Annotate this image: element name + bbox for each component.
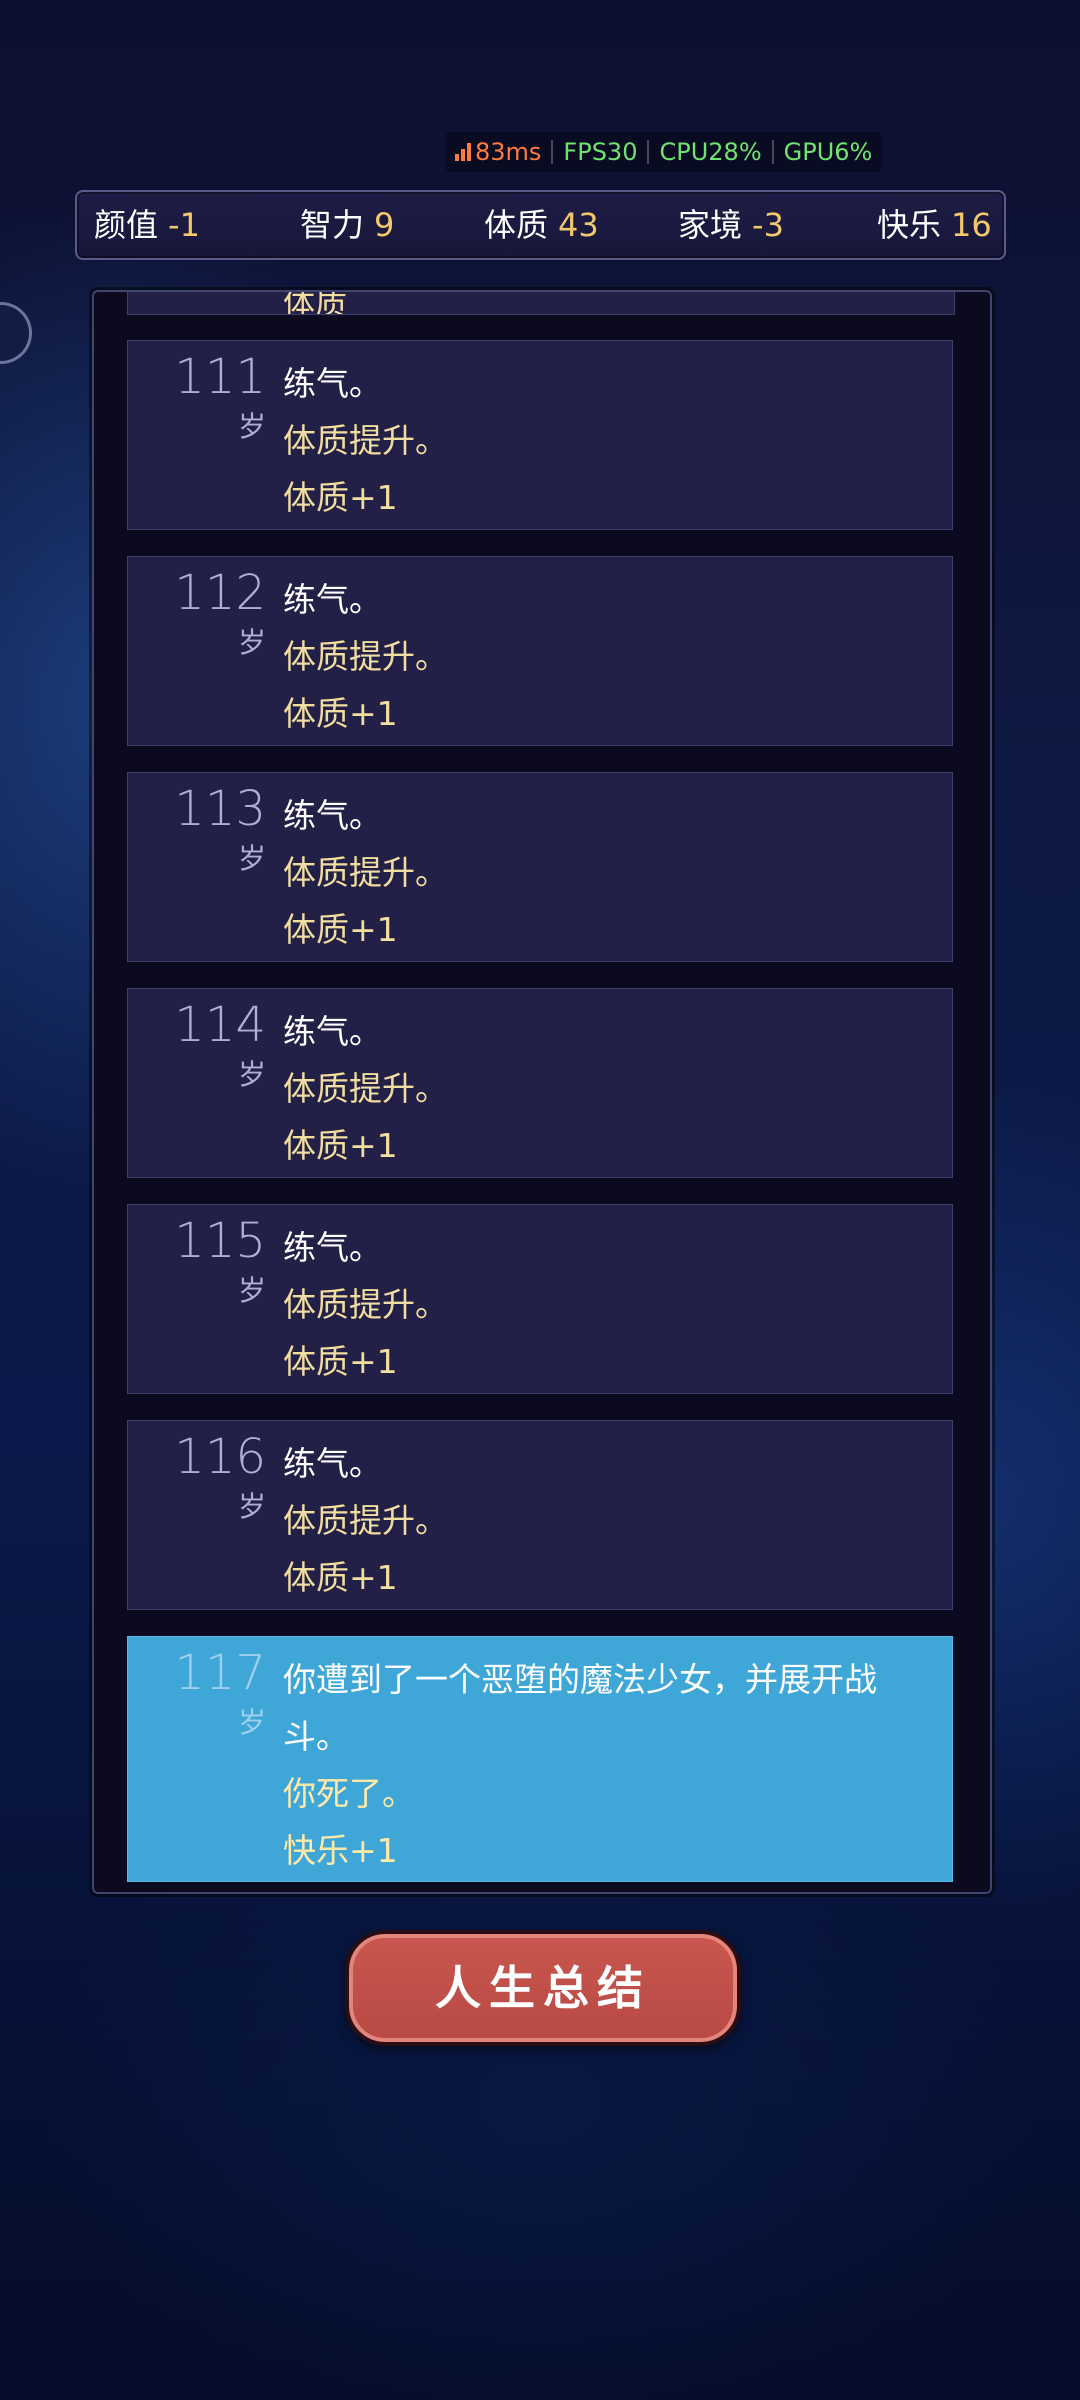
event-stat-change: 体质+1 [283, 694, 398, 733]
event-stat-change: 体质+1 [283, 1126, 398, 1165]
age-number: 113 [174, 781, 266, 837]
event-text: 你遭到了一个恶堕的魔法少女，并展开战斗。 [283, 1660, 877, 1756]
cpu-value: CPU28% [659, 138, 762, 166]
age-unit: 岁 [237, 842, 266, 875]
event-effect: 体质提升。 [283, 1285, 448, 1324]
age-unit: 岁 [237, 1058, 266, 1091]
event-effect: 你死了。 [283, 1774, 415, 1813]
event-text: 练气。 [283, 364, 382, 403]
performance-overlay: 83ms FPS30 CPU28% GPU6% [445, 132, 883, 172]
attribute-bar: 颜值 -1 智力 9 体质 43 家境 -3 快乐 16 [75, 190, 1006, 260]
age-number: 112 [174, 565, 266, 621]
latency-readout: 83ms [455, 138, 541, 166]
event-effect: 体质提升。 [283, 853, 448, 892]
stat-value: 16 [951, 206, 992, 244]
stat-label: 颜值 [94, 206, 159, 244]
log-entry: 114 岁 练气。 体质提升。 体质+1 [127, 988, 953, 1178]
age-unit: 岁 [237, 1274, 266, 1307]
event-stat-change: 体质+1 [283, 910, 398, 949]
log-entry: 113 岁 练气。 体质提升。 体质+1 [127, 772, 953, 962]
divider [771, 140, 774, 164]
log-entry-current: 117 岁 你遭到了一个恶堕的魔法少女，并展开战斗。 你死了。 快乐+1 [127, 1636, 953, 1882]
log-entry: 111 岁 练气。 体质提升。 体质+1 [127, 340, 953, 530]
event-text: 练气。 [283, 1444, 382, 1483]
age-unit: 岁 [237, 626, 266, 659]
log-entry: 116 岁 练气。 体质提升。 体质+1 [127, 1420, 953, 1610]
log-entry: 115 岁 练气。 体质提升。 体质+1 [127, 1204, 953, 1394]
event-effect: 体质提升。 [283, 637, 448, 676]
stat-value: -1 [168, 206, 200, 244]
signal-icon [455, 143, 471, 161]
floating-circle-button[interactable] [0, 302, 32, 364]
stat-appearance: 颜值 -1 [94, 192, 200, 258]
event-effect: 体质提升。 [283, 1501, 448, 1540]
age-label: 117 岁 [146, 1645, 266, 1741]
life-summary-button[interactable]: 人生总结 [345, 1930, 741, 2046]
stat-label: 家境 [678, 206, 743, 244]
event-text: 练气。 [283, 1228, 382, 1267]
age-unit: 岁 [237, 410, 266, 443]
stat-family: 家境 -3 [678, 192, 784, 258]
age-number: 111 [174, 349, 266, 405]
event-text: 练气。 [283, 796, 382, 835]
event-text: 练气。 [283, 1012, 382, 1051]
stat-happiness: 快乐 16 [877, 192, 992, 258]
age-unit: 岁 [237, 1490, 266, 1523]
stat-label: 智力 [300, 206, 365, 244]
stat-label: 体质 [484, 206, 549, 244]
age-label: 115 岁 [146, 1213, 266, 1309]
log-entry: 112 岁 练气。 体质提升。 体质+1 [127, 556, 953, 746]
stat-intelligence: 智力 9 [300, 192, 394, 258]
event-text: 练气。 [283, 580, 382, 619]
event-stat-change: 体质+1 [283, 1342, 398, 1381]
fps-value: FPS30 [563, 138, 638, 166]
age-number: 116 [174, 1429, 266, 1485]
life-log-panel[interactable]: 体质 111 岁 练气。 体质提升。 体质+1 112 岁 练气。 体质提升。 体质… [92, 290, 992, 1894]
divider [647, 140, 650, 164]
stat-constitution: 体质 43 [484, 192, 599, 258]
divider [551, 140, 554, 164]
log-entry-partial: 体质 [127, 292, 955, 315]
log-entry-text: 体质 [283, 292, 348, 315]
age-label: 114 岁 [146, 997, 266, 1093]
stat-value: -3 [752, 206, 784, 244]
age-unit: 岁 [237, 1706, 266, 1739]
age-label: 111 岁 [146, 349, 266, 445]
gpu-value: GPU6% [783, 138, 873, 166]
event-stat-change: 体质+1 [283, 478, 398, 517]
event-effect: 体质提升。 [283, 421, 448, 460]
age-label: 116 岁 [146, 1429, 266, 1525]
age-number: 115 [174, 1213, 266, 1269]
age-number: 117 [174, 1645, 266, 1701]
stat-label: 快乐 [877, 206, 942, 244]
event-stat-change: 体质+1 [283, 1558, 398, 1597]
age-label: 112 岁 [146, 565, 266, 661]
age-number: 114 [174, 997, 266, 1053]
age-label: 113 岁 [146, 781, 266, 877]
latency-value: 83ms [475, 138, 542, 166]
stat-value: 9 [374, 206, 395, 244]
stat-value: 43 [558, 206, 599, 244]
event-effect: 体质提升。 [283, 1069, 448, 1108]
event-stat-change: 快乐+1 [283, 1831, 398, 1870]
